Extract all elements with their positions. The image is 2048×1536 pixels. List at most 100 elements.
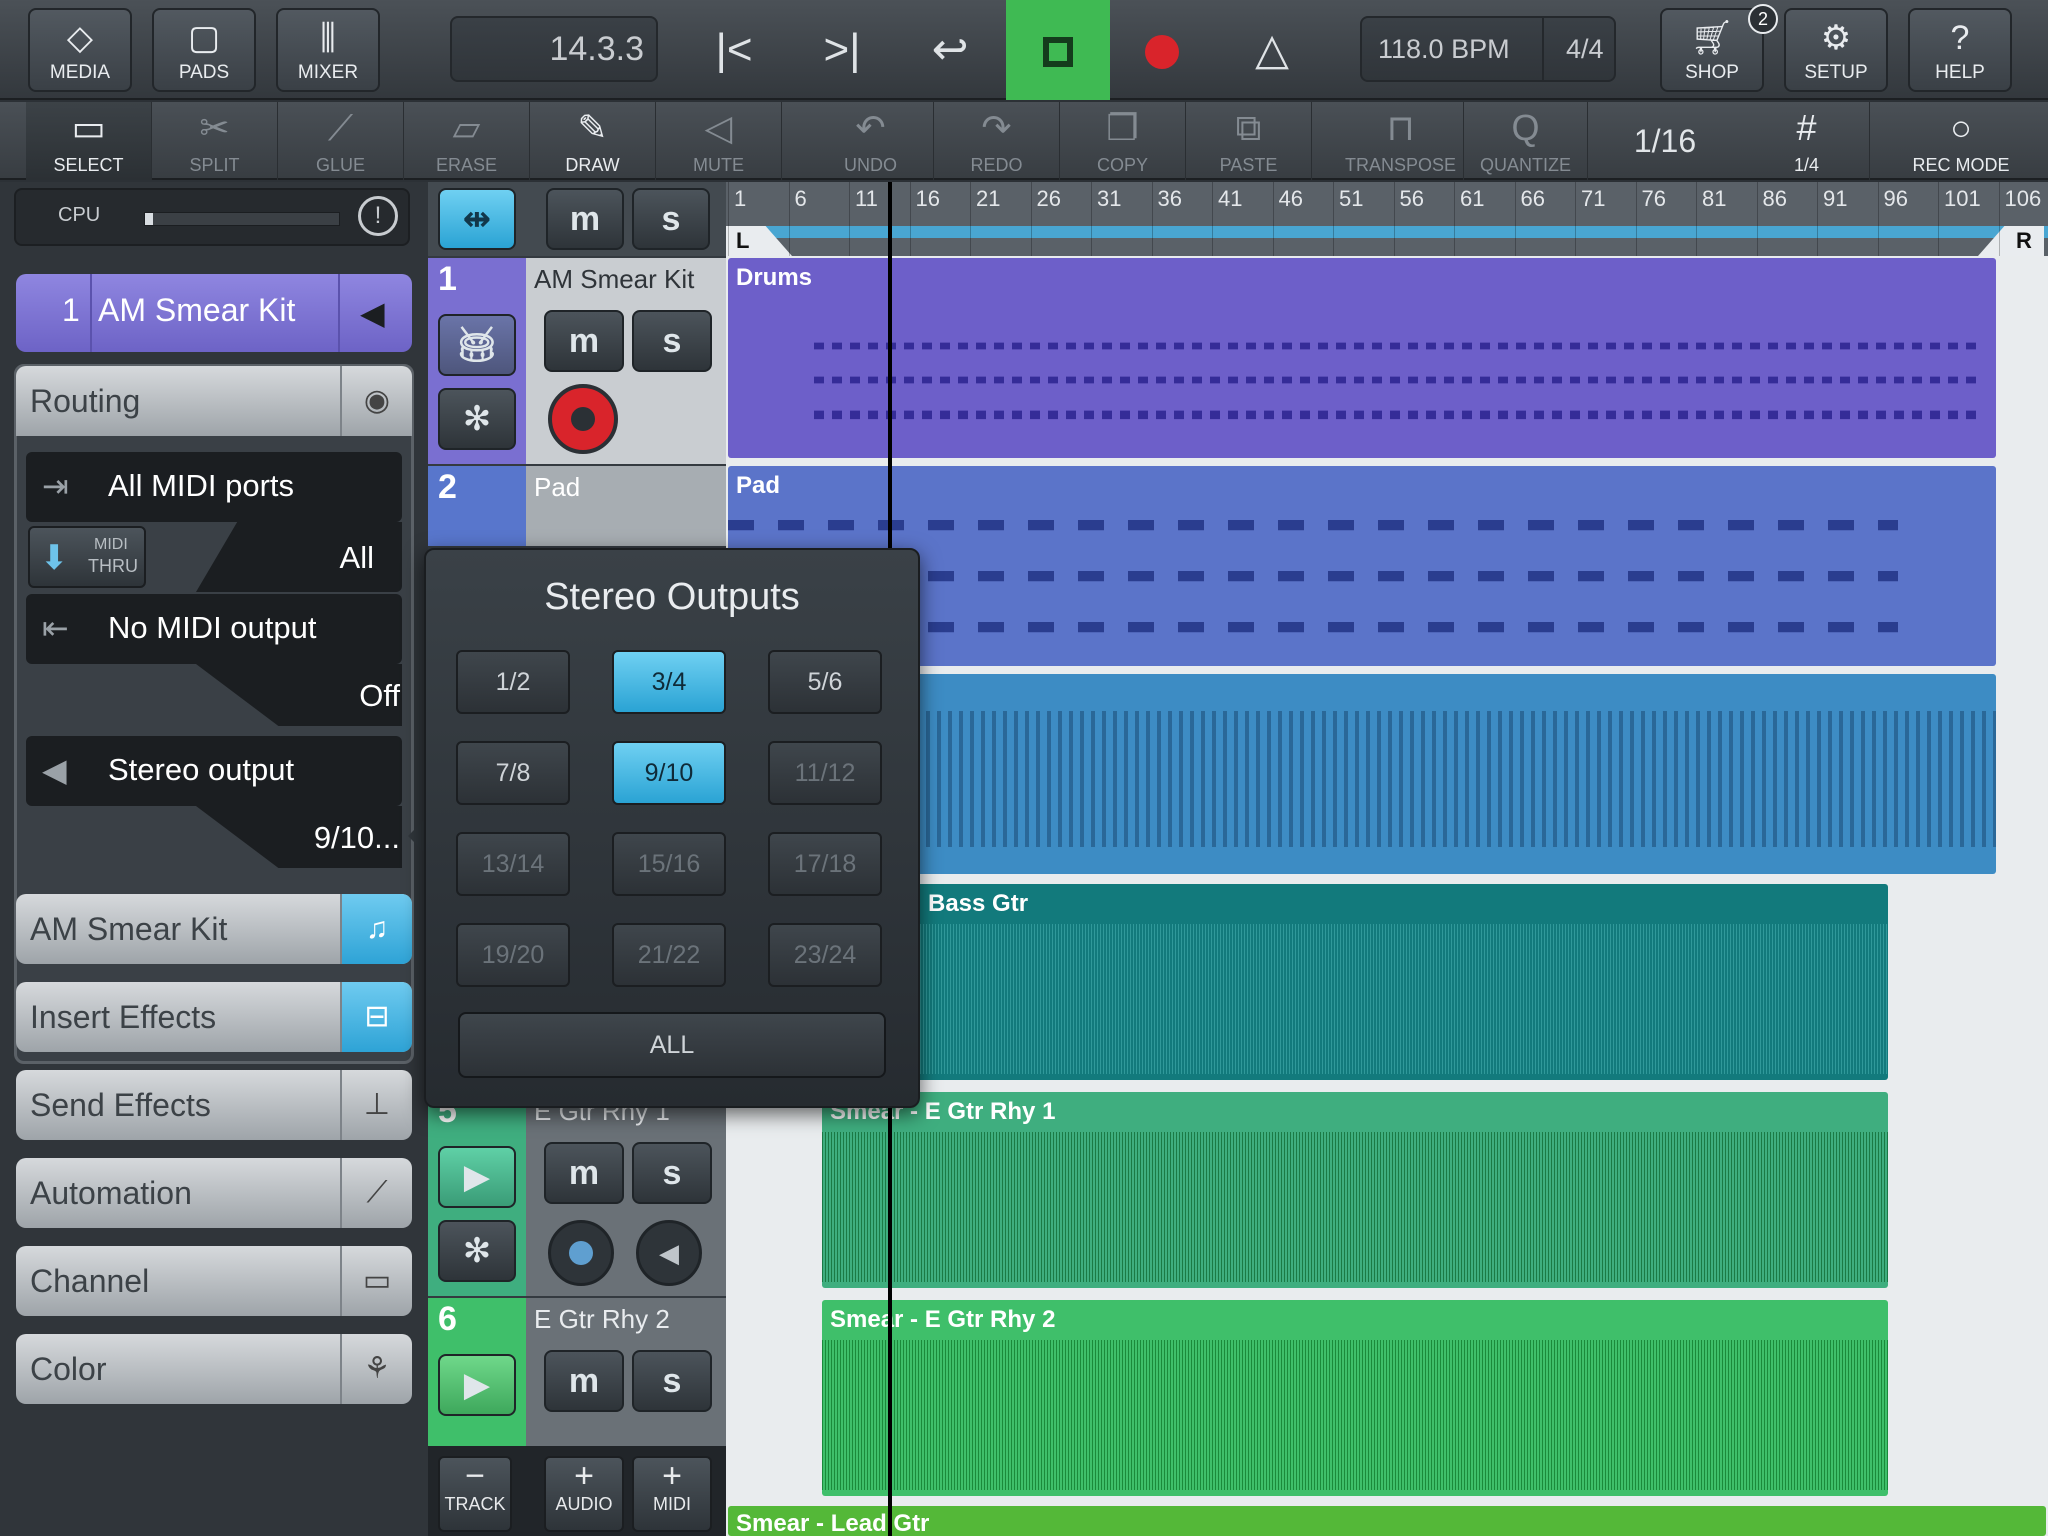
color-button[interactable]: Color ⚘ [16, 1334, 412, 1404]
output-option[interactable]: 11/12 [768, 741, 882, 805]
output-option[interactable]: 17/18 [768, 832, 882, 896]
clip-egtr-rhy2[interactable]: Smear - E Gtr Rhy 2 [822, 1300, 1888, 1496]
clip-lead-gtr[interactable]: Smear - Lead Gtr [728, 1506, 2046, 1536]
tool-mute[interactable]: ◁ MUTE [656, 102, 782, 180]
mute-button[interactable]: m [544, 1350, 624, 1412]
insert-effects-button[interactable]: Insert Effects ⊟ [16, 982, 412, 1052]
routing-header[interactable]: Routing ◉ [16, 366, 412, 436]
solo-button[interactable]: s [632, 310, 712, 372]
metronome-icon[interactable]: △ [1222, 0, 1322, 100]
add-midi-track-button[interactable]: + MIDI [632, 1456, 712, 1532]
drum-icon[interactable]: 🥁︎ [438, 314, 516, 376]
quantize-value[interactable]: 1/16 [1590, 102, 1740, 180]
tempo-display[interactable]: 118.0 BPM 4/4 [1360, 16, 1616, 82]
output-option[interactable]: 3/4 [612, 650, 726, 714]
transpose-button[interactable]: ⊓ TRANSPOSE [1338, 102, 1464, 180]
play-icon[interactable]: ▶ [438, 1146, 516, 1208]
solo-button[interactable]: s [632, 1142, 712, 1204]
midi-thru-button[interactable]: ⬇ MIDI THRU [28, 526, 146, 588]
output-option[interactable]: 19/20 [456, 923, 570, 987]
ruler-bar-number: 71 [1581, 186, 1606, 211]
audio-output-selector[interactable]: ◀ Stereo output [26, 736, 402, 806]
output-option[interactable]: 23/24 [768, 923, 882, 987]
mixer-button[interactable]: ⫼ MIXER [276, 8, 380, 92]
warning-icon[interactable]: ! [358, 196, 398, 236]
stop-button[interactable] [1006, 0, 1110, 100]
loop-range[interactable] [726, 226, 2048, 238]
output-option[interactable]: 9/10 [612, 741, 726, 805]
redo-button[interactable]: ↷ REDO [934, 102, 1060, 180]
record-arm-button[interactable] [548, 1220, 614, 1286]
edit-instrument-button[interactable]: ✻ [438, 1220, 516, 1282]
rec-mode-button[interactable]: ○ REC MODE [1896, 102, 2026, 180]
global-mute-button[interactable]: m [546, 188, 624, 250]
output-option[interactable]: 15/16 [612, 832, 726, 896]
go-to-end-icon[interactable]: >| [792, 0, 892, 100]
add-audio-label: AUDIO [555, 1494, 613, 1514]
mute-button[interactable]: m [544, 310, 624, 372]
output-option[interactable]: 1/2 [456, 650, 570, 714]
loop-icon[interactable]: ↩ [900, 0, 1000, 100]
instrument-button[interactable]: AM Smear Kit ♫ [16, 894, 412, 964]
track-name: AM Smear Kit [534, 264, 695, 294]
record-button[interactable] [1112, 0, 1212, 100]
monitor-icon[interactable]: ◀ [636, 1220, 702, 1286]
track-header-6[interactable]: 6 E Gtr Rhy 2 ▶ m s [428, 1298, 726, 1446]
track-header-1[interactable]: 1 AM Smear Kit 🥁︎ ✻ m s [428, 258, 726, 464]
output-option[interactable]: 5/6 [768, 650, 882, 714]
mixer-label: MIXER [297, 62, 359, 83]
automation-button[interactable]: Automation ⟋ [16, 1158, 412, 1228]
send-effects-button[interactable]: Send Effects ⊥ [16, 1070, 412, 1140]
copy-label: COPY [1096, 155, 1148, 175]
grid-label: 1/4 [1793, 155, 1820, 175]
output-option[interactable]: 7/8 [456, 741, 570, 805]
position-display[interactable]: 14.3.3 [450, 16, 658, 82]
output-option[interactable]: 13/14 [456, 832, 570, 896]
record-arm-button[interactable] [548, 384, 618, 454]
tool-split[interactable]: ✂ SPLIT [152, 102, 278, 180]
undo-button[interactable]: ↶ UNDO [808, 102, 934, 180]
track-header-2[interactable]: 2 Pad [428, 466, 726, 546]
tool-select[interactable]: ▭ SELECT [26, 102, 152, 180]
arrange-area[interactable]: Drums Pad Bass Gtr Smear - E Gtr Rhy 1 S… [726, 256, 2048, 1536]
selected-track-header[interactable]: 1 AM Smear Kit ◀ [16, 274, 412, 352]
media-button[interactable]: ◇ MEDIA [28, 8, 132, 92]
global-solo-button[interactable]: s [632, 188, 710, 250]
grid-button[interactable]: # 1/4 [1744, 102, 1870, 180]
tool-draw[interactable]: ✎ DRAW [530, 102, 656, 180]
midi-output-selector[interactable]: ⇤ No MIDI output [26, 594, 402, 664]
collapse-arrow-icon[interactable]: ◀ [360, 294, 385, 332]
help-button[interactable]: ? HELP [1908, 8, 2012, 92]
midi-input-selector[interactable]: ⇥ All MIDI ports [26, 452, 402, 522]
go-to-start-icon[interactable]: |< [684, 0, 784, 100]
clip-egtr-rhy1[interactable]: Smear - E Gtr Rhy 1 [822, 1092, 1888, 1288]
track-header-5[interactable]: 5 E Gtr Rhy 1 ▶ ✻ m s ◀ [428, 1090, 726, 1296]
copy-button[interactable]: ❐ COPY [1060, 102, 1186, 180]
quantize-button[interactable]: Q QUANTIZE [1464, 102, 1588, 180]
insert-effects-label: Insert Effects [30, 999, 217, 1035]
clip-drums[interactable]: Drums [728, 258, 1996, 458]
solo-button[interactable]: s [632, 1350, 712, 1412]
tool-erase[interactable]: ▱ ERASE [404, 102, 530, 180]
ruler-bar-number: 16 [915, 186, 940, 211]
remove-track-button[interactable]: − TRACK [438, 1456, 512, 1532]
setup-button[interactable]: ⚙ SETUP [1784, 8, 1888, 92]
output-option[interactable]: 21/22 [612, 923, 726, 987]
edit-instrument-button[interactable]: ✻ [438, 388, 516, 450]
minus-icon: − [465, 1457, 485, 1495]
add-audio-track-button[interactable]: + AUDIO [544, 1456, 624, 1532]
channel-button[interactable]: Channel ▭ [16, 1246, 412, 1316]
routing-label: Routing [30, 383, 141, 419]
track-number: 2 [438, 468, 457, 506]
mute-button[interactable]: m [544, 1142, 624, 1204]
paste-button[interactable]: ⧉ PASTE [1186, 102, 1312, 180]
gear-icon: ⚙ [1820, 19, 1852, 57]
color-icon: ⚘ [340, 1334, 412, 1404]
track-resize-button[interactable]: ⇹ [438, 188, 516, 250]
tool-glue[interactable]: ⟋ GLUE [278, 102, 404, 180]
pads-button[interactable]: ▢ PADS [152, 8, 256, 92]
rec-mode-label: REC MODE [1912, 155, 2010, 175]
media-icon: ◇ [66, 19, 94, 57]
play-icon[interactable]: ▶ [438, 1354, 516, 1416]
all-outputs-button[interactable]: ALL [458, 1012, 886, 1078]
